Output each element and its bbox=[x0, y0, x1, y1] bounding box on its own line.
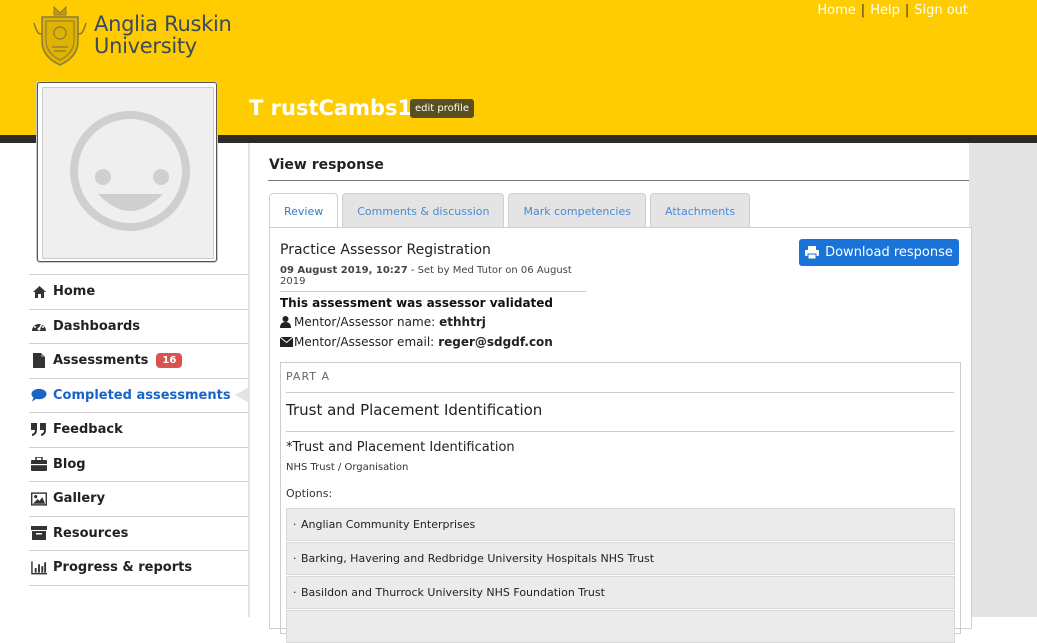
assessment-meta: 09 August 2019, 10:27 - Set by Med Tutor… bbox=[280, 265, 586, 292]
print-icon bbox=[805, 246, 820, 259]
download-label: Download response bbox=[825, 245, 953, 260]
avatar-image bbox=[42, 87, 214, 259]
sidebar-item-dashboards[interactable]: Dashboards bbox=[29, 308, 248, 344]
avatar[interactable] bbox=[37, 82, 217, 262]
validation-status: This assessment was assessor validated bbox=[280, 296, 554, 310]
top-links: Home | Help | Sign out bbox=[817, 3, 968, 18]
mentor-email-row: Mentor/Assessor email: reger@sdgdf.con bbox=[280, 335, 553, 349]
tab-mark-competencies[interactable]: Mark competencies bbox=[508, 193, 646, 228]
question-subtitle: NHS Trust / Organisation bbox=[286, 462, 409, 473]
mentor-email-label: Mentor/Assessor email: bbox=[294, 335, 435, 349]
download-response-button[interactable]: Download response bbox=[799, 239, 959, 266]
tab-attachments[interactable]: Attachments bbox=[650, 193, 751, 228]
link-help[interactable]: Help bbox=[870, 3, 900, 18]
question-title: *Trust and Placement Identification bbox=[286, 440, 515, 455]
response-tabs: Review Comments & discussion Mark compet… bbox=[269, 193, 754, 228]
logo-line2: University bbox=[94, 34, 197, 58]
mentor-email-value: reger@sdgdf.con bbox=[438, 335, 553, 349]
sidebar-item-label: Blog bbox=[53, 456, 86, 472]
list-item bbox=[286, 610, 955, 643]
file-icon bbox=[31, 353, 47, 369]
list-item: Barking, Havering and Redbridge Universi… bbox=[286, 542, 955, 575]
page-title: View response bbox=[269, 157, 384, 173]
profile-username: T rustCambs1 bbox=[249, 96, 413, 120]
user-icon bbox=[280, 316, 291, 328]
active-indicator-arrow bbox=[235, 386, 249, 403]
archive-icon bbox=[31, 525, 47, 541]
mentor-name-row: Mentor/Assessor name: ethhtrj bbox=[280, 315, 486, 329]
tab-comments-discussion[interactable]: Comments & discussion bbox=[342, 193, 505, 228]
submitted-date: 09 August 2019, 10:27 bbox=[280, 265, 408, 276]
crest-icon bbox=[33, 5, 87, 66]
logo-line1: Anglia Ruskin bbox=[94, 12, 232, 36]
dashboard-icon bbox=[31, 318, 47, 334]
sidebar-item-label: Resources bbox=[53, 525, 129, 541]
home-icon bbox=[31, 284, 47, 300]
tab-review[interactable]: Review bbox=[269, 193, 339, 228]
sidebar-item-label: Dashboards bbox=[53, 318, 141, 334]
sidebar-item-resources[interactable]: Resources bbox=[29, 515, 248, 551]
section-title: Trust and Placement Identification bbox=[286, 401, 543, 419]
sidebar-item-label: Completed assessments bbox=[53, 387, 231, 403]
sidebar-item-label: Home bbox=[53, 284, 96, 300]
sidebar-item-label: Progress & reports bbox=[53, 560, 193, 576]
part-label: PART A bbox=[286, 370, 331, 383]
mentor-name-label: Mentor/Assessor name: bbox=[294, 315, 436, 329]
section-divider bbox=[286, 431, 954, 432]
options-label: Options: bbox=[286, 487, 333, 500]
mentor-name-value: ethhtrj bbox=[439, 315, 486, 329]
sidebar-item-label: Gallery bbox=[53, 491, 106, 507]
edit-profile-button[interactable]: edit profile bbox=[410, 99, 474, 118]
comment-icon bbox=[31, 387, 47, 403]
quote-icon bbox=[31, 422, 47, 438]
separator: | bbox=[904, 3, 910, 18]
sidebar-item-blog[interactable]: Blog bbox=[29, 446, 248, 482]
assessments-count-badge: 16 bbox=[156, 353, 183, 369]
sidebar-item-progress-reports[interactable]: Progress & reports bbox=[29, 550, 248, 586]
sidebar-item-home[interactable]: Home bbox=[29, 274, 248, 309]
title-divider bbox=[268, 180, 969, 181]
list-item: Anglian Community Enterprises bbox=[286, 508, 955, 541]
sidebar-nav: Home Dashboards Assessments 16 Completed… bbox=[29, 274, 249, 586]
envelope-icon bbox=[280, 337, 293, 347]
smiley-face-icon bbox=[70, 111, 190, 231]
link-home[interactable]: Home bbox=[817, 3, 855, 18]
sidebar-item-label: Assessments bbox=[53, 353, 149, 369]
option-text: Anglian Community Enterprises bbox=[293, 518, 475, 531]
option-text: Basildon and Thurrock University NHS Fou… bbox=[293, 586, 605, 599]
sidebar-item-gallery[interactable]: Gallery bbox=[29, 481, 248, 516]
sidebar-item-assessments[interactable]: Assessments 16 bbox=[29, 343, 248, 378]
university-logo[interactable]: Anglia Ruskin University bbox=[32, 2, 232, 68]
sidebar-item-completed-assessments[interactable]: Completed assessments bbox=[29, 377, 249, 413]
title-fade bbox=[500, 143, 630, 183]
part-divider bbox=[286, 392, 954, 393]
sidebar-item-feedback[interactable]: Feedback bbox=[29, 412, 248, 447]
bar-chart-icon bbox=[31, 560, 47, 576]
separator: | bbox=[860, 3, 866, 18]
image-icon bbox=[31, 491, 47, 507]
link-sign-out[interactable]: Sign out bbox=[914, 3, 968, 18]
assessment-title: Practice Assessor Registration bbox=[280, 242, 491, 258]
option-text: Barking, Havering and Redbridge Universi… bbox=[293, 552, 654, 565]
list-item: Basildon and Thurrock University NHS Fou… bbox=[286, 576, 955, 609]
sidebar-item-label: Feedback bbox=[53, 422, 123, 438]
briefcase-icon bbox=[31, 456, 47, 472]
